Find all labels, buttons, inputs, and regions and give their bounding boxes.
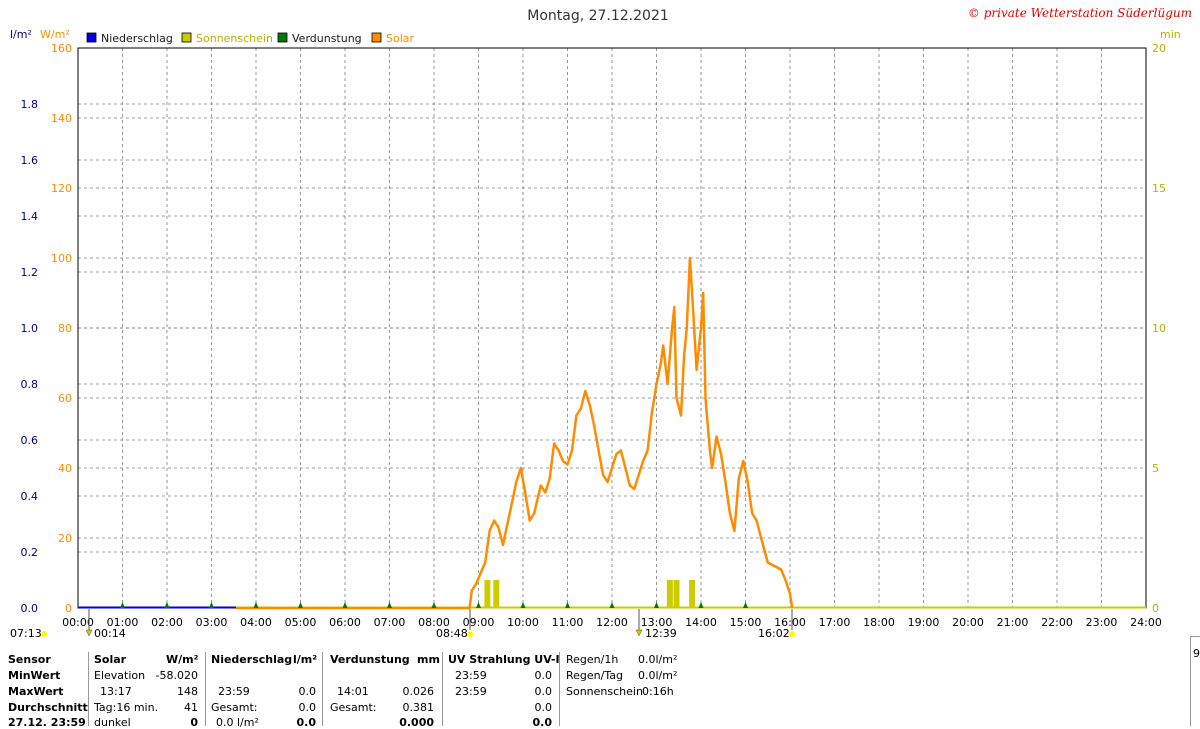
stats-separator [205, 652, 206, 726]
solar-row3-label: Tag:16 min. [94, 701, 159, 714]
stats-panel: Sensor MinWert MaxWert Durchschnitt 27.1… [0, 0, 1200, 729]
solar-unit: W/m² [166, 653, 199, 666]
regen-tag-value: 0.0l/m² [638, 669, 678, 682]
uv-row2-label: 23:59 [455, 685, 487, 698]
solar-header: Solar [94, 653, 127, 666]
sonnenschein-label: Sonnenschein [566, 685, 643, 698]
niederschlag-row4-label: 0.0 l/m² [216, 716, 259, 729]
solar-row4-label: dunkel [94, 716, 131, 729]
niederschlag-header: Niederschlag [211, 653, 293, 666]
regen-1h-label: Regen/1h [566, 653, 619, 666]
stats-separator [322, 652, 323, 726]
sensor-datetime: 27.12. 23:59 [8, 716, 86, 729]
verdunstung-row2-value: 0.026 [402, 685, 435, 698]
solar-row2-value: 148 [177, 685, 198, 698]
uv-row2-value: 0.0 [534, 685, 553, 698]
niederschlag-row3-label: Gesamt: [211, 701, 258, 714]
verdunstung-row3-value: 0.381 [402, 701, 435, 714]
solar-row3-value: 41 [184, 701, 198, 714]
solar-row1-label: Elevation [94, 669, 146, 682]
solar-row4-value: 0 [190, 716, 198, 729]
stats-separator [88, 652, 89, 726]
solar-row1-value: -58.020 [155, 669, 198, 682]
uv-header: UV Strahlung UV-I [448, 653, 560, 666]
stats-separator [442, 652, 443, 726]
verdunstung-row3-label: Gesamt: [330, 701, 377, 714]
uv-row4-value: 0.0 [532, 716, 553, 729]
sensor-header: Sensor [8, 653, 51, 666]
uv-row1-value: 0.0 [534, 669, 553, 682]
uv-row1-label: 23:59 [455, 669, 487, 682]
uv-row3-value: 0.0 [534, 701, 553, 714]
verdunstung-header: Verdunstung [330, 653, 410, 666]
minwert-label: MinWert [8, 669, 61, 682]
niederschlag-row3-value: 0.0 [298, 701, 317, 714]
verdunstung-row2-label: 14:01 [337, 685, 369, 698]
regen-tag-label: Regen/Tag [566, 669, 623, 682]
niederschlag-row2-label: 23:59 [218, 685, 250, 698]
sonnenschein-value: 0:16h [642, 685, 674, 698]
niederschlag-row2-value: 0.0 [298, 685, 317, 698]
niederschlag-row4-value: 0.0 [296, 716, 317, 729]
verdunstung-row4-value: 0.000 [399, 716, 434, 729]
maxwert-label: MaxWert [8, 685, 64, 698]
durchschnitt-label: Durchschnitt [8, 701, 88, 714]
side-panel-edge: 9 [1190, 636, 1200, 726]
regen-1h-value: 0.0l/m² [638, 653, 678, 666]
solar-row2-label: 13:17 [100, 685, 132, 698]
niederschlag-unit: l/m² [293, 653, 318, 666]
side-panel-value: 9 [1193, 647, 1200, 660]
verdunstung-unit: mm [417, 653, 440, 666]
